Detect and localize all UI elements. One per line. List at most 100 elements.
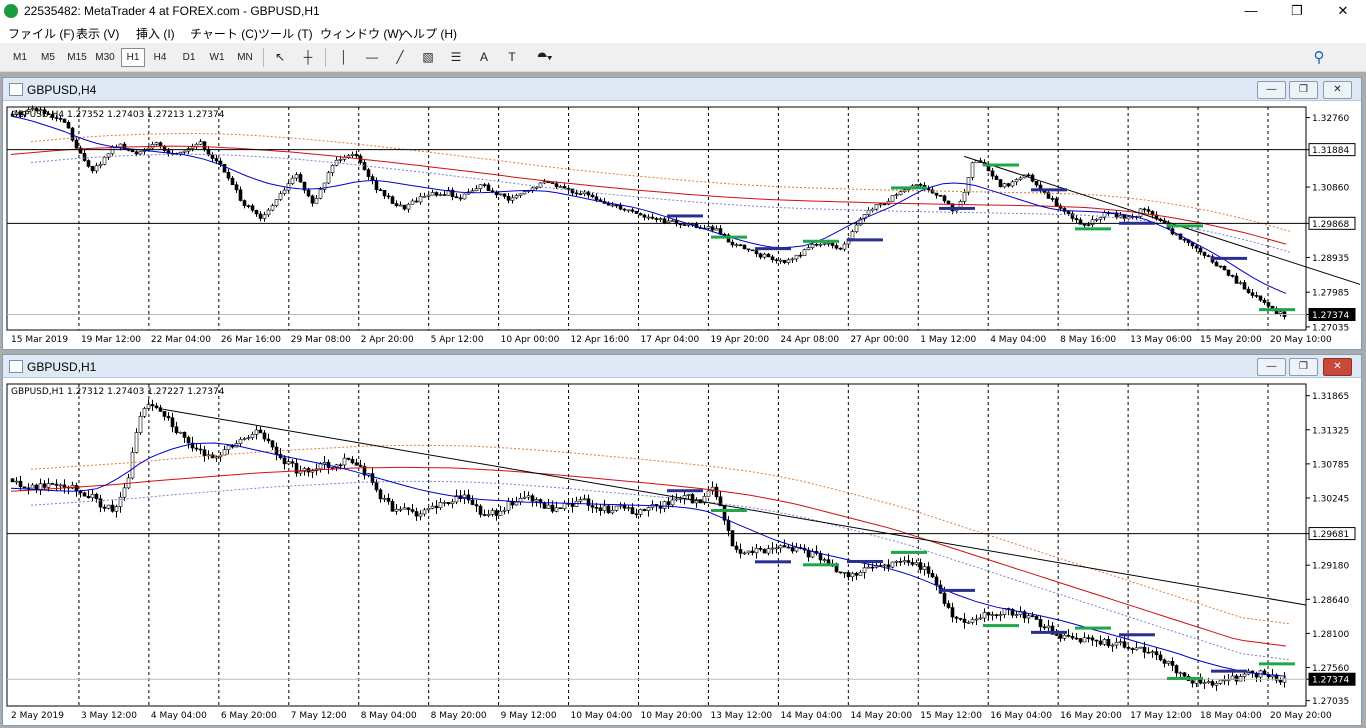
price-chart-h1[interactable]: 2 May 2019 3 May 12:00 4 May 04:00 6 May 20… [4,378,1360,724]
timeframe-h4[interactable]: H4 [148,49,172,66]
candle-body [758,547,763,550]
candle-body [290,461,295,464]
time-axis-label: 15 May 12:00 [920,711,982,721]
candle-body [1122,641,1127,648]
menu-window[interactable]: ウィンドウ (W) [320,25,403,42]
candle-body [806,247,811,250]
candle-body [406,203,411,210]
price-axis-label: 1.28935 [1312,254,1349,264]
candle-body [650,216,655,219]
green-level-marker [983,163,1019,167]
candle-body [602,505,607,512]
candle-body [890,195,895,202]
candle-body [786,259,791,263]
chart-close-button[interactable]: ✕ [1323,358,1352,376]
candle-body [1026,174,1031,177]
candle-body [110,504,115,512]
candle-body [766,548,771,554]
chart-restore-button[interactable]: ❐ [1289,358,1318,376]
minimize-button[interactable]: — [1228,0,1274,22]
candle-body [782,259,787,263]
candle-body [1158,654,1163,661]
candle-body [1198,679,1203,684]
candle-body [1078,638,1083,643]
candle-body [510,197,515,201]
candle-body [1250,292,1255,296]
candle-body [482,514,487,516]
timeframe-mn[interactable]: MN [232,49,258,66]
candle-body [30,484,35,489]
candle-body [442,501,447,504]
candle-body [350,459,355,464]
timeframe-m5[interactable]: M5 [36,49,60,66]
candle-body [338,158,343,161]
candle-body [1070,636,1075,639]
candle-body [330,467,335,469]
candle-body [246,205,251,207]
candle-body [642,214,647,218]
candle-body [554,183,559,188]
text-icon[interactable]: A [475,49,493,66]
menu-tools[interactable]: ツール (T) [258,25,313,42]
fibonacci-icon[interactable]: ☰ [447,49,465,66]
cursor-icon[interactable]: ↖ [271,49,289,66]
candle-body [406,507,411,510]
vertical-line-icon[interactable]: │ [335,49,353,66]
timeframe-h1[interactable]: H1 [121,48,145,67]
chart-window-h1[interactable]: GBPUSD,H1 — ❐ ✕ 2 May 2019 3 May 12:00 4 M… [2,354,1362,726]
candle-body [414,511,419,517]
candle-body [1174,665,1179,674]
chart-window-titlebar[interactable]: GBPUSD,H4 — ❐ ✕ [3,78,1361,101]
chart-close-button[interactable]: ✕ [1323,81,1352,99]
candle-body [690,494,695,504]
menu-help[interactable]: ヘルプ (H) [401,25,457,42]
candle-body [1034,616,1039,620]
horizontal-line-icon[interactable]: — [363,49,381,66]
menu-view[interactable]: 表示 (V) [76,25,119,42]
menu-chart[interactable]: チャート (C) [190,25,258,42]
trendline-icon[interactable]: ╱ [391,49,409,66]
candle-body [210,154,215,159]
candle-body [422,509,427,515]
timeframe-m1[interactable]: M1 [8,49,32,66]
candle-body [350,153,355,156]
candle-body [42,483,47,488]
maximize-button[interactable]: ❐ [1274,0,1320,22]
timeframe-m30[interactable]: M30 [92,49,118,66]
candle-body [1214,683,1219,686]
chart-window-h4[interactable]: GBPUSD,H4 — ❐ ✕ 15 Mar 2019 19 Mar 12:00 2… [2,77,1362,350]
search-icon[interactable]: ⚲ [1310,49,1328,66]
candle-body [298,174,303,183]
chart-minimize-button[interactable]: — [1257,358,1286,376]
candle-body [626,507,631,509]
price-chart-h4[interactable]: 15 Mar 2019 19 Mar 12:00 22 Mar 04:00 26 Ma… [4,101,1360,348]
equidistant-channel-icon[interactable]: ▧ [419,49,437,66]
chart-window-titlebar[interactable]: GBPUSD,H1 — ❐ ✕ [3,355,1361,378]
candle-body [634,513,639,516]
candle-body [874,204,879,210]
shapes-icon[interactable]: ⯊▾ [531,49,559,66]
timeframe-m15[interactable]: M15 [64,49,90,66]
candle-body [822,242,827,245]
chart-restore-button[interactable]: ❐ [1289,81,1318,99]
title-bar: 22535482: MetaTrader 4 at FOREX.com - GB… [0,0,1366,22]
timeframe-d1[interactable]: D1 [177,49,201,66]
text-label-icon[interactable]: T [503,49,521,66]
timeframe-w1[interactable]: W1 [205,49,229,66]
close-button[interactable]: ✕ [1320,0,1366,22]
candle-body [510,501,515,506]
candle-body [910,562,915,565]
chart-minimize-button[interactable]: — [1257,81,1286,99]
candle-body [930,573,935,578]
menu-insert[interactable]: 挿入 (I) [136,25,175,42]
candle-body [154,142,159,145]
blue-level-marker [847,238,883,242]
candle-body [838,247,843,250]
crosshair-icon[interactable]: ┼ [299,49,317,66]
candle-body [1030,615,1035,617]
candle-body [822,559,827,561]
candle-body [290,177,295,184]
menu-file[interactable]: ファイル (F) [8,25,75,42]
price-axis-label: 1.29681 [1312,530,1349,540]
candle-body [918,562,923,570]
